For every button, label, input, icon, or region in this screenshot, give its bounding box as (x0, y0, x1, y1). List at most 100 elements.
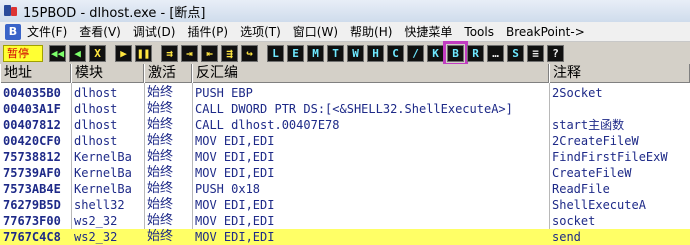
row-comment: ShellExecuteA (552, 198, 646, 212)
row-module: dlhost (74, 86, 118, 100)
patches-window-button[interactable]: / (407, 44, 424, 62)
row-address: 77673F00 (3, 214, 61, 228)
row-comment: 2CreateFileW (552, 134, 639, 148)
table-row[interactable]: 7573AB4E KernelBa 始终 PUSH 0x18 ReadFile (0, 181, 690, 197)
menu-help[interactable]: 帮助(H) (350, 23, 392, 40)
row-comment: start主函数 (552, 118, 625, 132)
table-row[interactable]: 75739AF0 KernelBa 始终 MOV EDI,EDI CreateFileW (0, 165, 690, 181)
menu-shortcuts[interactable]: 快捷菜单 (404, 23, 452, 40)
header-disassembly[interactable]: 反汇编 (192, 64, 549, 83)
windows-window-button[interactable]: W (347, 44, 364, 62)
row-module: dlhost (74, 118, 118, 132)
modules-window-button[interactable]: E (287, 44, 304, 62)
step-over-icon[interactable]: ⇥ (181, 44, 198, 62)
row-comment: 2Socket (552, 86, 603, 100)
menu-debug[interactable]: 调试(D) (133, 23, 176, 40)
pause-icon[interactable]: ❚❚ (135, 44, 152, 62)
row-module: dlhost (74, 134, 118, 148)
breakpoints-window-button[interactable]: B (443, 40, 468, 66)
menu-options[interactable]: 选项(T) (240, 23, 281, 40)
row-comment: socket (552, 214, 596, 228)
run-icon[interactable]: ▶ (115, 44, 132, 62)
row-address: 75739AF0 (3, 166, 61, 180)
row-address: 75738812 (3, 150, 61, 164)
row-disassembly: MOV EDI,EDI (195, 150, 275, 164)
row-address: 7767C4C8 (3, 230, 61, 244)
options-list-icon[interactable]: ≡ (527, 44, 544, 62)
b-menu-icon[interactable]: B (5, 23, 21, 40)
trace-over-icon[interactable]: ⇶ (221, 44, 238, 62)
row-comment: CreateFileW (552, 166, 632, 180)
help-icon[interactable]: ? (547, 44, 564, 62)
threads-window-button[interactable]: T (327, 44, 344, 62)
row-module: ws2_32 (74, 214, 118, 228)
row-disassembly: MOV EDI,EDI (195, 166, 275, 180)
row-address: 76279B5D (3, 198, 61, 212)
title-bar: 15PBOD - dlhost.exe - [断点] (0, 0, 690, 22)
breakpoints-table: 地址 模块 激活 反汇编 注释 004035B0 dlhost 始终 PUSH EBP… (0, 64, 690, 245)
row-active: 始终 (147, 213, 174, 228)
row-disassembly: MOV EDI,EDI (195, 134, 275, 148)
toolbar: 暂停 ◀◀ ◀ X ▶ ❚❚ ⇉ ⇥ ⇤ ⇶ ↪ L E M T W H C /… (0, 40, 690, 66)
row-disassembly: MOV EDI,EDI (195, 214, 275, 228)
memory-window-button[interactable]: M (307, 44, 324, 62)
handles-window-button[interactable]: H (367, 44, 384, 62)
row-address: 00420CF0 (3, 134, 61, 148)
log-window-button[interactable]: L (267, 44, 284, 62)
trace-into-icon[interactable]: ⇤ (201, 44, 218, 62)
menu-tools[interactable]: Tools (464, 25, 494, 39)
table-row[interactable]: 76279B5D shell32 始终 MOV EDI,EDI ShellExecute… (0, 197, 690, 213)
row-disassembly: CALL DWORD PTR DS:[<&SHELL32.ShellExecut… (195, 102, 513, 116)
table-row[interactable]: 004035B0 dlhost 始终 PUSH EBP 2Socket (0, 85, 690, 101)
references-window-button[interactable]: R (467, 44, 484, 62)
table-row[interactable]: 00420CF0 dlhost 始终 MOV EDI,EDI 2CreateFileW (0, 133, 690, 149)
table-row[interactable]: 7767C4C8 ws2_32 始终 MOV EDI,EDI send (0, 229, 690, 245)
table-row[interactable]: 75738812 KernelBa 始终 MOV EDI,EDI FindFirstFi… (0, 149, 690, 165)
row-disassembly: CALL dlhost.00407E78 (195, 118, 340, 132)
menu-window[interactable]: 窗口(W) (293, 23, 338, 40)
app-icon (3, 3, 19, 19)
menu-plugins[interactable]: 插件(P) (187, 23, 228, 40)
menu-breakpoint[interactable]: BreakPoint-> (506, 25, 585, 39)
execute-till-return-icon[interactable]: ↪ (241, 44, 258, 62)
call-stack-window-button[interactable]: K (427, 44, 444, 62)
header-address[interactable]: 地址 (0, 64, 71, 83)
menu-bar: B 文件(F) 查看(V) 调试(D) 插件(P) 选项(T) 窗口(W) 帮助… (0, 22, 690, 42)
row-active: 始终 (147, 117, 174, 132)
step-into-icon[interactable]: ⇉ (161, 44, 178, 62)
cpu-window-button[interactable]: C (387, 44, 404, 62)
run-trace-window-button[interactable]: … (487, 44, 504, 62)
row-disassembly: MOV EDI,EDI (195, 230, 275, 244)
row-active: 始终 (147, 85, 174, 100)
header-active[interactable]: 激活 (144, 64, 192, 83)
row-module: ws2_32 (74, 230, 118, 244)
row-comment (549, 101, 690, 117)
row-active: 始终 (147, 229, 174, 244)
table-row[interactable]: 00407812 dlhost 始终 CALL dlhost.00407E78 star… (0, 117, 690, 133)
restart-icon[interactable]: ◀◀ (49, 44, 66, 62)
row-module: KernelBa (74, 182, 132, 196)
row-active: 始终 (147, 101, 174, 116)
row-module: KernelBa (74, 150, 132, 164)
source-window-button[interactable]: S (507, 44, 524, 62)
back-icon[interactable]: ◀ (69, 44, 86, 62)
row-comment: send (552, 230, 581, 244)
row-disassembly: MOV EDI,EDI (195, 198, 275, 212)
close-icon[interactable]: X (89, 44, 106, 62)
menu-view[interactable]: 查看(V) (79, 23, 121, 40)
row-active: 始终 (147, 133, 174, 148)
row-active: 始终 (147, 197, 174, 212)
row-active: 始终 (147, 149, 174, 164)
row-address: 004035B0 (3, 86, 61, 100)
row-address: 7573AB4E (3, 182, 61, 196)
row-address: 00403A1F (3, 102, 61, 116)
row-active: 始终 (147, 165, 174, 180)
row-comment: FindFirstFileExW (552, 150, 668, 164)
row-active: 始终 (147, 181, 174, 196)
menu-file[interactable]: 文件(F) (27, 23, 67, 40)
table-row[interactable]: 00403A1F dlhost 始终 CALL DWORD PTR DS:[<&SHE… (0, 101, 690, 117)
header-module[interactable]: 模块 (71, 64, 144, 83)
row-address: 00407812 (3, 118, 61, 132)
header-comment[interactable]: 注释 (549, 64, 690, 83)
table-row[interactable]: 77673F00 ws2_32 始终 MOV EDI,EDI socket (0, 213, 690, 229)
